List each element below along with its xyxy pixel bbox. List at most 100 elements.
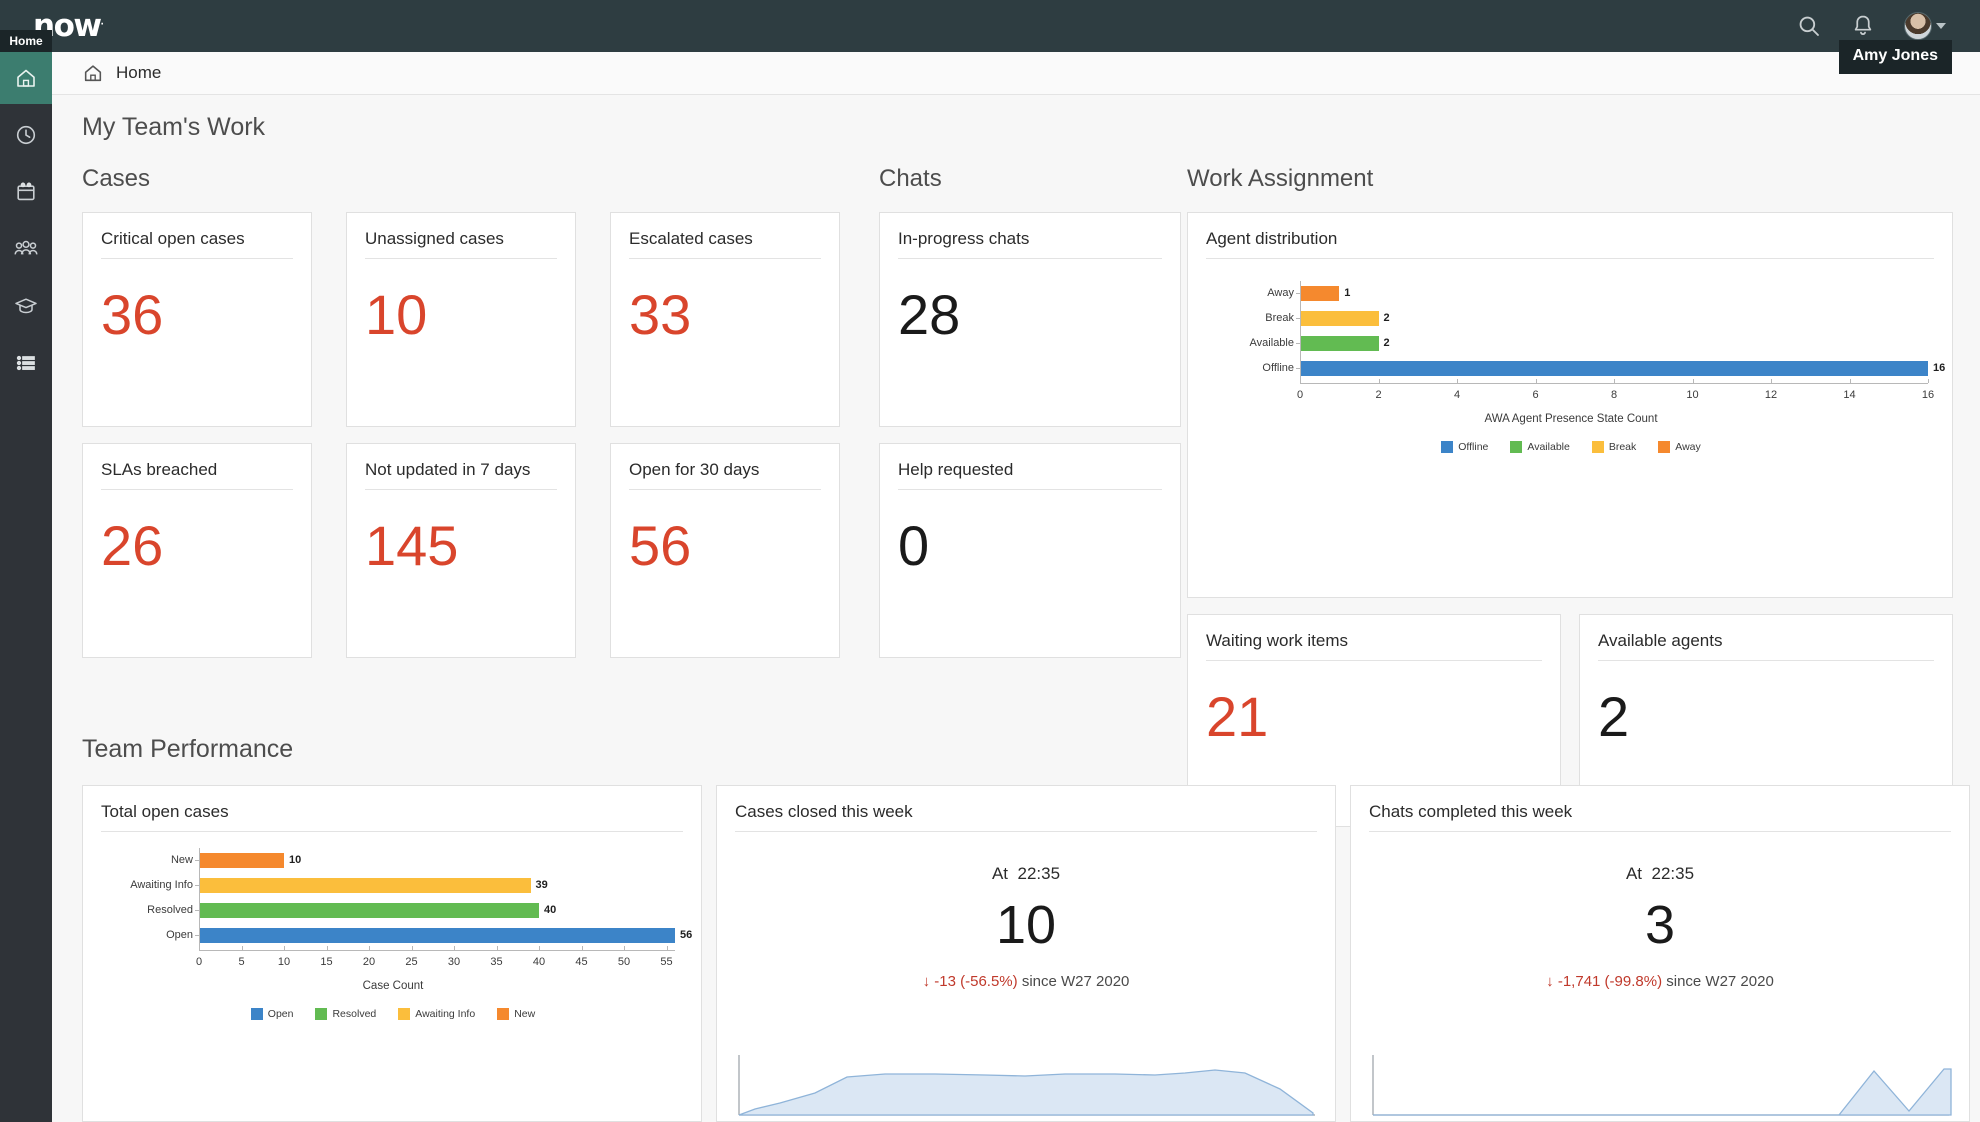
chart-tick [1849,378,1851,383]
chart-tick-label: 14 [1843,388,1856,401]
chart-tick-label: 45 [575,955,588,968]
chart-tick [1535,378,1537,383]
legend-swatch [315,1007,328,1020]
chart-tick-label: 5 [238,955,245,968]
delta-suffix: since W27 2020 [1021,973,1130,991]
notification-bell-icon[interactable] [1850,13,1876,39]
legend-label: Available [1527,440,1570,453]
calendar-icon [17,182,35,201]
legend-item[interactable]: Awaiting Info [398,1007,476,1020]
sidebar-item-teams[interactable] [0,223,52,275]
chart-card-chats-completed-this-week[interactable]: Chats completed this week At 22:35 3 ↓ -… [1350,785,1970,1122]
left-icon-rail: Home [0,30,52,1122]
chart-bar [199,877,531,893]
chart-tick-label: 4 [1453,388,1461,401]
trend-down-arrow-icon: ↓ [922,973,931,991]
chart-tick-label: 40 [532,955,546,968]
group-title-chats: Chats [879,165,942,192]
divider [1369,831,1951,832]
legend-item[interactable]: Resolved [315,1007,377,1020]
sidebar-item-history[interactable] [0,109,52,161]
chart-category-label: Away [1267,287,1294,299]
at-time-value: 22:35 [1017,864,1061,883]
legend-item[interactable]: Available [1510,440,1570,453]
kpi-at-time: At 22:35 [1351,864,1969,884]
kpi-card-value: 0 [898,514,930,577]
avatar[interactable] [1904,12,1932,40]
chart-data-label: 56 [680,929,693,941]
chart-tick-label: 20 [362,955,376,968]
chart-tick [1457,378,1458,383]
kpi-card-title: Open for 30 days [629,460,760,479]
legend-swatch [1510,440,1523,453]
chart-tick-label: 16 [1921,388,1935,401]
group-title-work-assignment: Work Assignment [1187,165,1374,192]
sidebar-item-calendar[interactable] [0,166,52,218]
kpi-card-value: 10 [365,283,428,346]
kpi-card-unassigned-cases[interactable]: Unassigned cases 10 [346,212,576,427]
home-icon [84,65,102,82]
dashboard-canvas: My Team's Work Cases Chats Work Assignme… [52,95,1980,1122]
kpi-card-open-30-days[interactable]: Open for 30 days 56 [610,443,840,658]
legend-label: Break [1608,440,1637,453]
legend-item[interactable]: Offline [1441,440,1488,453]
chart-tick [199,945,200,950]
chevron-down-icon[interactable] [1936,23,1946,29]
kpi-card-critical-open-cases[interactable]: Critical open cases 36 [82,212,312,427]
legend-item[interactable]: Break [1591,440,1637,453]
chart-tick-label: 35 [490,955,503,968]
rail-home-tooltip: Home [0,30,52,52]
kpi-card-value: 21 [1206,685,1269,748]
user-menu[interactable] [1904,12,1946,40]
kpi-value: 3 [1644,895,1676,955]
search-icon[interactable] [1796,13,1822,39]
kpi-card-in-progress-chats[interactable]: In-progress chats 28 [879,212,1181,427]
at-label: At [1625,864,1643,883]
sidebar-item-learning[interactable] [0,280,52,332]
kpi-card-title: Available agents [1598,631,1723,650]
legend-label: Resolved [332,1007,377,1020]
chart-card-cases-closed-this-week[interactable]: Cases closed this week At 22:35 10 ↓ -13… [716,785,1336,1122]
legend-label: Away [1675,440,1701,453]
kpi-card-value: 26 [101,514,164,577]
legend-item[interactable]: Open [250,1007,293,1020]
agent-distribution-chart: Away 1 Break 2 Available 2 Offline 16 0 2 4 6 8 10 12 1… [1188,271,1954,571]
sparkline-chats-completed [1372,1055,1952,1116]
legend-item[interactable]: Away [1658,440,1701,453]
kpi-card-slas-breached[interactable]: SLAs breached 26 [82,443,312,658]
section-title-team-performance: Team Performance [82,735,294,763]
breadcrumb-label[interactable]: Home [116,63,161,83]
chart-data-label: 2 [1383,312,1390,324]
divider [101,831,683,832]
list-icon [16,355,35,371]
sidebar-item-home[interactable] [0,52,52,104]
kpi-card-escalated-cases[interactable]: Escalated cases 33 [610,212,840,427]
delta-value: -1,741 (-99.8%) [1557,973,1663,991]
chart-legend: Offline Available Break Away [1188,440,1954,453]
chart-card-agent-distribution[interactable]: Agent distribution Away 1 Break 2 Available 2… [1187,212,1953,598]
delta-value: -13 (-56.5%) [934,973,1018,991]
delta-suffix: since W27 2020 [1666,973,1774,991]
chart-category-label: Open [166,929,193,941]
legend-swatch [398,1007,411,1020]
sidebar-item-lists[interactable] [0,337,52,389]
people-icon [14,240,38,255]
chart-bar [1300,360,1928,376]
chart-tick [1771,378,1772,383]
legend-swatch [497,1007,510,1020]
kpi-card-not-updated-7-days[interactable]: Not updated in 7 days 145 [346,443,576,658]
chart-card-total-open-cases[interactable]: Total open cases New 10 Awaiting Info 39 Res… [82,785,702,1122]
chart-x-axis [1300,382,1928,384]
chart-category-label: Offline [1262,362,1294,374]
chart-tick-label: 30 [447,955,461,968]
user-tooltip: Amy Jones [1838,40,1952,74]
chart-tick-label: 0 [195,955,203,968]
chart-tick-label: 0 [1296,388,1304,401]
kpi-card-title: SLAs breached [101,460,218,479]
kpi-card-title: In-progress chats [898,229,1030,248]
legend-label: Awaiting Info [415,1007,476,1020]
kpi-card-help-requested[interactable]: Help requested 0 [879,443,1181,658]
legend-item[interactable]: New [497,1007,535,1020]
kpi-delta: ↓ -1,741 (-99.8%) since W27 2020 [1351,973,1969,990]
chart-tick-label: 10 [1686,388,1699,401]
